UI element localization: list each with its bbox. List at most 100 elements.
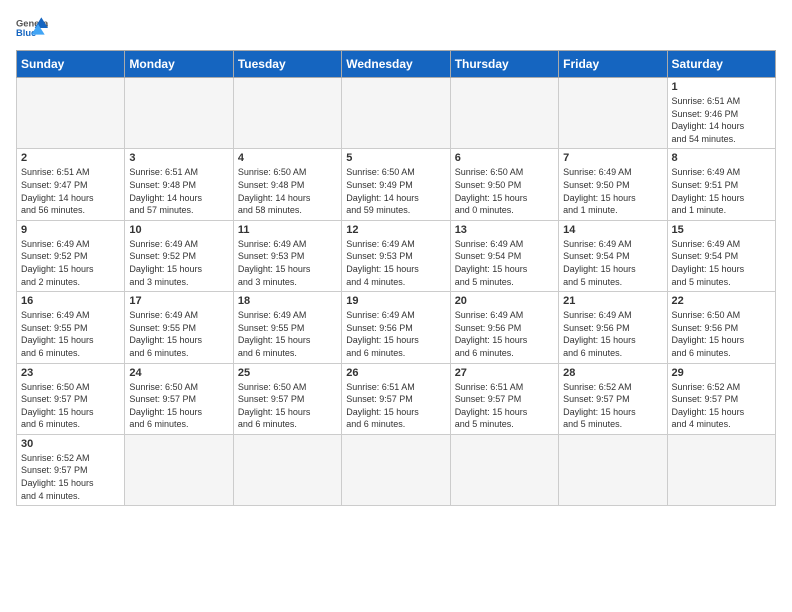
calendar-day-cell: 3Sunrise: 6:51 AM Sunset: 9:48 PM Daylig… (125, 149, 233, 220)
calendar-day-cell: 14 Sunrise: 6:49 AM Sunset: 9:54 PM Dayli… (559, 220, 667, 291)
day-number: 5 (346, 152, 445, 164)
day-info: Sunrise: 6:49 AM Sunset: 9:52 PM Dayligh… (129, 238, 228, 288)
calendar-day-cell: 28Sunrise: 6:52 AM Sunset: 9:57 PM Dayli… (559, 363, 667, 434)
day-number: 27 (455, 367, 554, 379)
day-number: 7 (563, 152, 662, 164)
calendar-day-cell (342, 434, 450, 505)
day-number: 14 (563, 224, 662, 236)
calendar-day-cell: 30 Sunrise: 6:52 AM Sunset: 9:57 PM Dayli… (17, 434, 125, 505)
calendar-week-row: 2 Sunrise: 6:51 AM Sunset: 9:47 PM Daylig… (17, 149, 776, 220)
weekday-header-saturday: Saturday (667, 51, 775, 78)
day-number: 2 (21, 152, 120, 164)
day-info: Sunrise: 6:49 AM Sunset: 9:54 PM Dayligh… (672, 238, 771, 288)
day-number: 20 (455, 295, 554, 307)
day-info: Sunrise: 6:49 AM Sunset: 9:56 PM Dayligh… (563, 309, 662, 359)
weekday-header-tuesday: Tuesday (233, 51, 341, 78)
calendar-day-cell: 8Sunrise: 6:49 AM Sunset: 9:51 PM Daylig… (667, 149, 775, 220)
day-info: Sunrise: 6:52 AM Sunset: 9:57 PM Dayligh… (563, 381, 662, 431)
day-info: Sunrise: 6:49 AM Sunset: 9:55 PM Dayligh… (238, 309, 337, 359)
calendar-day-cell: 26 Sunrise: 6:51 AM Sunset: 9:57 PM Dayli… (342, 363, 450, 434)
calendar-day-cell (450, 434, 558, 505)
calendar-day-cell: 25Sunrise: 6:50 AM Sunset: 9:57 PM Dayli… (233, 363, 341, 434)
calendar-day-cell (233, 434, 341, 505)
calendar-day-cell (450, 78, 558, 149)
day-number: 9 (21, 224, 120, 236)
calendar-week-row: 16 Sunrise: 6:49 AM Sunset: 9:55 PM Dayli… (17, 292, 776, 363)
day-number: 22 (672, 295, 771, 307)
calendar-day-cell: 9Sunrise: 6:49 AM Sunset: 9:52 PM Daylig… (17, 220, 125, 291)
day-info: Sunrise: 6:51 AM Sunset: 9:47 PM Dayligh… (21, 166, 120, 216)
day-info: Sunrise: 6:50 AM Sunset: 9:48 PM Dayligh… (238, 166, 337, 216)
day-info: Sunrise: 6:52 AM Sunset: 9:57 PM Dayligh… (21, 452, 120, 502)
calendar-day-cell (667, 434, 775, 505)
page-header: General Blue (16, 16, 776, 44)
calendar-day-cell (125, 78, 233, 149)
day-number: 23 (21, 367, 120, 379)
day-number: 11 (238, 224, 337, 236)
calendar-day-cell (559, 434, 667, 505)
calendar-day-cell: 16 Sunrise: 6:49 AM Sunset: 9:55 PM Dayli… (17, 292, 125, 363)
calendar-week-row: 30 Sunrise: 6:52 AM Sunset: 9:57 PM Dayli… (17, 434, 776, 505)
calendar-day-cell: 2 Sunrise: 6:51 AM Sunset: 9:47 PM Daylig… (17, 149, 125, 220)
calendar-day-cell: 10 Sunrise: 6:49 AM Sunset: 9:52 PM Dayli… (125, 220, 233, 291)
day-info: Sunrise: 6:50 AM Sunset: 9:49 PM Dayligh… (346, 166, 445, 216)
day-number: 19 (346, 295, 445, 307)
calendar-day-cell (233, 78, 341, 149)
day-number: 26 (346, 367, 445, 379)
day-number: 30 (21, 438, 120, 450)
day-number: 29 (672, 367, 771, 379)
day-info: Sunrise: 6:51 AM Sunset: 9:57 PM Dayligh… (455, 381, 554, 431)
weekday-header-sunday: Sunday (17, 51, 125, 78)
day-info: Sunrise: 6:49 AM Sunset: 9:56 PM Dayligh… (455, 309, 554, 359)
calendar-day-cell: 11Sunrise: 6:49 AM Sunset: 9:53 PM Dayli… (233, 220, 341, 291)
calendar-day-cell: 15 Sunrise: 6:49 AM Sunset: 9:54 PM Dayli… (667, 220, 775, 291)
day-number: 13 (455, 224, 554, 236)
calendar-day-cell: 1Sunrise: 6:51 AM Sunset: 9:46 PM Daylig… (667, 78, 775, 149)
day-info: Sunrise: 6:50 AM Sunset: 9:57 PM Dayligh… (21, 381, 120, 431)
day-info: Sunrise: 6:49 AM Sunset: 9:54 PM Dayligh… (455, 238, 554, 288)
day-info: Sunrise: 6:49 AM Sunset: 9:55 PM Dayligh… (21, 309, 120, 359)
day-info: Sunrise: 6:49 AM Sunset: 9:56 PM Dayligh… (346, 309, 445, 359)
day-info: Sunrise: 6:49 AM Sunset: 9:51 PM Dayligh… (672, 166, 771, 216)
day-number: 15 (672, 224, 771, 236)
day-info: Sunrise: 6:50 AM Sunset: 9:57 PM Dayligh… (129, 381, 228, 431)
calendar-day-cell: 7 Sunrise: 6:49 AM Sunset: 9:50 PM Daylig… (559, 149, 667, 220)
calendar-day-cell: 6 Sunrise: 6:50 AM Sunset: 9:50 PM Daylig… (450, 149, 558, 220)
weekday-header-thursday: Thursday (450, 51, 558, 78)
weekday-header-friday: Friday (559, 51, 667, 78)
day-number: 21 (563, 295, 662, 307)
calendar-day-cell: 20 Sunrise: 6:49 AM Sunset: 9:56 PM Dayli… (450, 292, 558, 363)
day-info: Sunrise: 6:50 AM Sunset: 9:56 PM Dayligh… (672, 309, 771, 359)
day-info: Sunrise: 6:49 AM Sunset: 9:54 PM Dayligh… (563, 238, 662, 288)
calendar-day-cell (342, 78, 450, 149)
calendar-day-cell: 4Sunrise: 6:50 AM Sunset: 9:48 PM Daylig… (233, 149, 341, 220)
day-number: 18 (238, 295, 337, 307)
day-number: 1 (672, 81, 771, 93)
calendar-day-cell: 19 Sunrise: 6:49 AM Sunset: 9:56 PM Dayli… (342, 292, 450, 363)
weekday-header-wednesday: Wednesday (342, 51, 450, 78)
calendar-day-cell: 27 Sunrise: 6:51 AM Sunset: 9:57 PM Dayli… (450, 363, 558, 434)
day-number: 25 (238, 367, 337, 379)
calendar-day-cell (125, 434, 233, 505)
general-blue-logo-icon: General Blue (16, 16, 48, 44)
day-number: 6 (455, 152, 554, 164)
day-number: 16 (21, 295, 120, 307)
day-info: Sunrise: 6:50 AM Sunset: 9:50 PM Dayligh… (455, 166, 554, 216)
weekday-header-row: SundayMondayTuesdayWednesdayThursdayFrid… (17, 51, 776, 78)
calendar-week-row: 1Sunrise: 6:51 AM Sunset: 9:46 PM Daylig… (17, 78, 776, 149)
day-info: Sunrise: 6:52 AM Sunset: 9:57 PM Dayligh… (672, 381, 771, 431)
day-number: 10 (129, 224, 228, 236)
calendar-week-row: 9 Sunrise: 6:49 AM Sunset: 9:52 PM Daylig… (17, 220, 776, 291)
calendar-table: SundayMondayTuesdayWednesdayThursdayFrid… (16, 50, 776, 506)
calendar-day-cell: 21 Sunrise: 6:49 AM Sunset: 9:56 PM Dayli… (559, 292, 667, 363)
day-info: Sunrise: 6:49 AM Sunset: 9:50 PM Dayligh… (563, 166, 662, 216)
calendar-day-cell: 22 Sunrise: 6:50 AM Sunset: 9:56 PM Dayli… (667, 292, 775, 363)
calendar-week-row: 23 Sunrise: 6:50 AM Sunset: 9:57 PM Dayli… (17, 363, 776, 434)
calendar-day-cell: 13 Sunrise: 6:49 AM Sunset: 9:54 PM Dayli… (450, 220, 558, 291)
calendar-day-cell: 12Sunrise: 6:49 AM Sunset: 9:53 PM Dayli… (342, 220, 450, 291)
day-info: Sunrise: 6:51 AM Sunset: 9:57 PM Dayligh… (346, 381, 445, 431)
day-info: Sunrise: 6:51 AM Sunset: 9:48 PM Dayligh… (129, 166, 228, 216)
calendar-day-cell: 29 Sunrise: 6:52 AM Sunset: 9:57 PM Dayli… (667, 363, 775, 434)
day-info: Sunrise: 6:49 AM Sunset: 9:53 PM Dayligh… (346, 238, 445, 288)
calendar-day-cell: 18 Sunrise: 6:49 AM Sunset: 9:55 PM Dayli… (233, 292, 341, 363)
